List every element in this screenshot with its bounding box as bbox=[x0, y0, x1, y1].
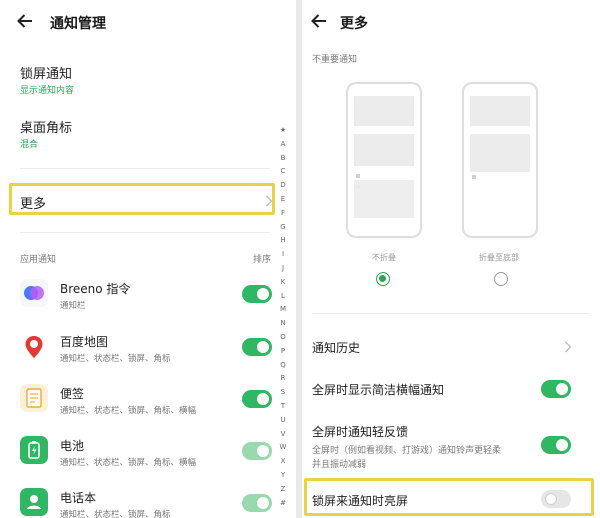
radio-collapse-bottom[interactable] bbox=[494, 272, 508, 286]
divider bbox=[20, 168, 270, 169]
alphabet-index-letter[interactable]: T bbox=[277, 400, 289, 414]
app-description: 通知栏、状态栏、锁屏、角标、横幅 bbox=[60, 458, 197, 468]
notification-toggle[interactable] bbox=[242, 338, 272, 356]
alphabet-index-letter[interactable]: F bbox=[277, 207, 289, 221]
desktop-badge-title: 桌面角标 bbox=[20, 121, 73, 136]
alphabet-index-letter[interactable]: J bbox=[277, 262, 289, 276]
alphabet-index-letter[interactable]: L bbox=[277, 290, 289, 304]
divider bbox=[312, 313, 590, 314]
divider bbox=[20, 232, 270, 233]
alphabet-index-letter[interactable]: O bbox=[277, 331, 289, 345]
alphabet-index-letter[interactable]: Y bbox=[277, 469, 289, 483]
notification-management-screen: 通知管理 锁屏通知 显示通知内容 桌面角标 混合 更多 应用通知 排序 Bree… bbox=[0, 0, 296, 518]
option-label-not-collapsed: 不折叠 bbox=[372, 253, 396, 262]
chevron-right-icon bbox=[565, 341, 572, 353]
alphabet-index-letter[interactable]: Z bbox=[277, 483, 289, 497]
notification-toggle[interactable] bbox=[242, 494, 272, 512]
unimportant-notifications-header: 不重要通知 bbox=[312, 55, 358, 65]
alphabet-index-letter[interactable]: # bbox=[277, 497, 289, 511]
page-title: 更多 bbox=[340, 16, 368, 32]
baidu-map-app-icon bbox=[20, 333, 48, 361]
notification-toggle[interactable] bbox=[242, 390, 272, 408]
alphabet-index-letter[interactable]: W bbox=[277, 441, 289, 455]
fullscreen-feedback-toggle[interactable] bbox=[541, 436, 571, 454]
alphabet-index-letter[interactable]: U bbox=[277, 414, 289, 428]
alphabet-index-letter[interactable]: G bbox=[277, 221, 289, 235]
alphabet-index-letter[interactable]: H bbox=[277, 234, 289, 248]
more-settings-screen: 更多 不重要通知 不折叠 折叠至底部 通知历史 全屏时显示简洁横幅通知 全屏时通… bbox=[302, 0, 600, 518]
alphabet-index-letter[interactable]: C bbox=[277, 165, 289, 179]
highlight-box bbox=[9, 183, 275, 215]
fullscreen-banner-title: 全屏时显示简洁横幅通知 bbox=[312, 383, 445, 397]
fullscreen-feedback-desc-1: 全屏时（例如看视频、打游戏）通知铃声更轻柔 bbox=[312, 446, 502, 456]
alphabet-index-letter[interactable]: A bbox=[277, 138, 289, 152]
back-arrow-icon[interactable] bbox=[310, 10, 328, 32]
fullscreen-feedback-title: 全屏时通知轻反馈 bbox=[312, 425, 409, 439]
radio-not-collapsed[interactable] bbox=[376, 272, 390, 286]
back-arrow-icon[interactable] bbox=[16, 10, 34, 32]
notification-history-title: 通知历史 bbox=[312, 341, 361, 355]
alphabet-index-bar[interactable]: ★ A B C D E F G H I J K L M N O P Q R S T U V W X Y Z # bbox=[277, 124, 289, 510]
app-name: 百度地图 bbox=[60, 335, 109, 349]
app-notifications-header: 应用通知 bbox=[20, 255, 57, 265]
app-name: 电话本 bbox=[60, 491, 97, 505]
alphabet-index-letter[interactable]: X bbox=[277, 455, 289, 469]
alphabet-index-letter[interactable]: Q bbox=[277, 359, 289, 373]
alphabet-index-letter[interactable]: B bbox=[277, 152, 289, 166]
alphabet-index-letter[interactable]: R bbox=[277, 372, 289, 386]
header: 更多 bbox=[302, 0, 600, 44]
alphabet-index-letter[interactable]: I bbox=[277, 248, 289, 262]
alphabet-index-letter[interactable]: E bbox=[277, 193, 289, 207]
fullscreen-banner-toggle[interactable] bbox=[541, 380, 571, 398]
lockscreen-notification-title: 锁屏通知 bbox=[20, 67, 73, 82]
contacts-app-icon bbox=[20, 488, 48, 516]
alphabet-index-letter[interactable]: M bbox=[277, 303, 289, 317]
page-title: 通知管理 bbox=[50, 16, 106, 32]
app-description: 通知栏 bbox=[60, 301, 86, 311]
alphabet-index-letter[interactable]: P bbox=[277, 345, 289, 359]
app-description: 通知栏、状态栏、锁屏、角标、横幅 bbox=[60, 406, 197, 416]
app-description: 通知栏、状态栏、锁屏、角标 bbox=[60, 510, 171, 518]
notification-toggle[interactable] bbox=[242, 442, 272, 460]
breeno-app-icon bbox=[20, 279, 48, 307]
app-name: 便签 bbox=[60, 387, 85, 401]
notes-app-icon bbox=[20, 384, 48, 412]
app-name: 电池 bbox=[60, 439, 85, 453]
preview-collapse-to-bottom[interactable] bbox=[462, 82, 538, 238]
app-name: Breeno 指令 bbox=[60, 282, 131, 296]
desktop-badge-value: 混合 bbox=[20, 140, 39, 150]
alphabet-index-letter[interactable]: D bbox=[277, 179, 289, 193]
lockscreen-notification-value: 显示通知内容 bbox=[20, 86, 75, 96]
sort-button[interactable]: 排序 bbox=[253, 252, 271, 265]
battery-app-icon bbox=[20, 436, 48, 464]
header: 通知管理 bbox=[0, 0, 296, 44]
alphabet-index-letter[interactable]: ★ bbox=[277, 124, 289, 138]
notification-toggle[interactable] bbox=[242, 285, 272, 303]
alphabet-index-letter[interactable]: K bbox=[277, 276, 289, 290]
fullscreen-feedback-desc-2: 并且振动减弱 bbox=[312, 460, 367, 470]
preview-not-collapsed[interactable] bbox=[346, 82, 422, 238]
option-label-collapse-bottom: 折叠至底部 bbox=[479, 253, 519, 262]
alphabet-index-letter[interactable]: S bbox=[277, 386, 289, 400]
app-description: 通知栏、状态栏、锁屏、角标 bbox=[60, 354, 171, 364]
alphabet-index-letter[interactable]: N bbox=[277, 317, 289, 331]
alphabet-index-letter[interactable]: V bbox=[277, 428, 289, 442]
highlight-box bbox=[304, 478, 594, 516]
